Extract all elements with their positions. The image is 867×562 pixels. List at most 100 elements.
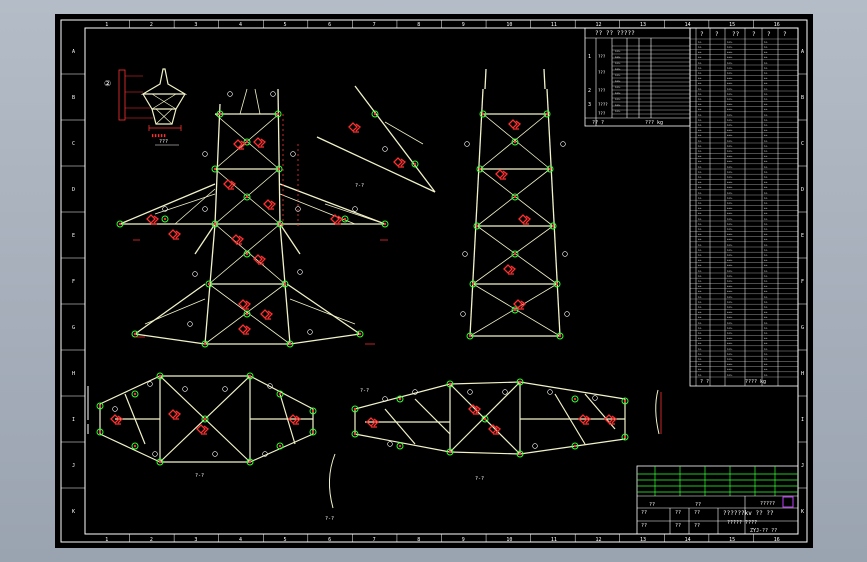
drawing-title: ??????kv ?? ??: [723, 510, 774, 517]
column-label-top: 8: [417, 22, 420, 28]
column-label-bottom: 9: [462, 537, 465, 543]
table-cell: ∟∟: [698, 56, 702, 60]
cad-viewport[interactable]: 1 1 2 2 3 3 4 4 5 5 6 6 7 7 8 8 9 9 10 10 11 11 12 12 13 13 14 14 15…: [0, 0, 867, 562]
table-cell: ∟∟: [764, 45, 768, 49]
side-brace: [479, 168, 554, 227]
part-tag: [460, 311, 466, 317]
bolt: [448, 450, 452, 454]
drawing-sheet[interactable]: 1 1 2 2 3 3 4 4 5 5 6 6 7 7 8 8 9 9 10 10 11 11 12 12 13 13 14 14 15…: [55, 14, 813, 548]
bolt: [545, 112, 549, 116]
table-cell: ∟∟∟: [727, 50, 733, 54]
bolt: [353, 407, 357, 411]
table-cell: ∟∟∟: [615, 55, 621, 59]
table-cell: ∟∟∟: [727, 149, 733, 153]
side-leg: [543, 68, 546, 90]
bolt: [245, 140, 249, 144]
table-cell: ∟∟∟: [727, 56, 733, 60]
title-block: ????? ??????kv ?? ?? ????? ???? ZYJ-?? ?…: [636, 465, 799, 535]
table-cell: ∟∟∟: [615, 49, 621, 53]
table-cell: ∟∟∟: [615, 85, 621, 89]
side-brace: [472, 283, 561, 337]
column-label-bottom: 6: [328, 537, 331, 543]
table-cell: ∟∟∟: [727, 373, 733, 377]
part-tag: [532, 443, 538, 449]
table-cell: ∟∟: [764, 321, 768, 325]
table-cell: ∟∟∟: [727, 347, 733, 351]
table-right-col-3: ??: [732, 31, 740, 38]
tower-leg: [134, 333, 206, 345]
column-label-bottom: 14: [685, 537, 691, 543]
part-tag: [307, 329, 313, 335]
table-cell: ∟∟: [698, 66, 702, 70]
row-mark-3: 3: [588, 102, 591, 108]
table-cell: ∟∟: [698, 113, 702, 117]
table-cell: ∟∟∟: [727, 76, 733, 80]
table-cell: ∟∟: [698, 284, 702, 288]
title-cell-5: ??: [694, 510, 700, 516]
drawing-canvas[interactable]: 1122334455667788991010111112121313141415…: [55, 14, 813, 548]
row-label-right: H: [801, 371, 804, 377]
bolt: [573, 397, 577, 401]
table-right-footer-label: ? ?: [700, 379, 709, 385]
bolt: [398, 397, 402, 401]
table-cell: ∟∟: [698, 61, 702, 65]
part-tag: [227, 91, 233, 97]
table-cell: ∟∟: [764, 331, 768, 335]
bolt: [98, 404, 102, 408]
bolt: [383, 222, 387, 226]
table-cell: ∟∟∟: [727, 269, 733, 273]
table-cell: ∟∟: [764, 206, 768, 210]
table-cell: ∟∟∟: [727, 212, 733, 216]
table-cell: ∟∟: [698, 222, 702, 226]
section-mark: [238, 324, 251, 335]
table-cell: ∟∟∟: [727, 316, 733, 320]
table-cell: ∟∟∟: [727, 102, 733, 106]
column-label-top: 13: [640, 22, 646, 28]
table-cell: ∟∟: [698, 134, 702, 138]
part-tag: [467, 389, 473, 395]
bolt: [278, 222, 282, 226]
row-label-left: K: [72, 509, 75, 515]
plan-member: [414, 398, 451, 435]
row-label-right: K: [801, 509, 804, 515]
table-cell: ∟∟: [764, 66, 768, 70]
table-cell: ∟∟∟: [727, 154, 733, 158]
column-label-bottom: 7: [373, 537, 376, 543]
table-cell: ∟∟: [698, 71, 702, 75]
table-cell: ∟∟: [764, 212, 768, 216]
part-tag: [182, 386, 188, 392]
title-company: ?????: [760, 501, 775, 507]
plan-member: [354, 433, 451, 453]
section-mark: [260, 309, 273, 320]
bolt: [475, 224, 479, 228]
table-cell: ∟∟∟: [615, 91, 621, 95]
table-cell: ∟∟∟: [727, 264, 733, 268]
table-right-col-2: ?: [715, 31, 719, 38]
table-right-footer-value: ???? kg: [745, 379, 766, 385]
section-mark: [503, 264, 516, 275]
table-cell: ∟∟: [698, 316, 702, 320]
table-cell: ∟∟: [764, 305, 768, 309]
table-cell: ∟∟∟: [615, 97, 621, 101]
table-cell: ∟∟: [764, 310, 768, 314]
tower-brace: [289, 298, 356, 325]
table-cell: ∟∟: [698, 279, 702, 283]
detail-marker: ②: [104, 79, 111, 88]
column-label-top: 5: [284, 22, 287, 28]
bolt: [213, 222, 217, 226]
table-cell: ∟∟∟: [727, 128, 733, 132]
part-tag: [462, 251, 468, 257]
table-cell: ∟∟∟: [615, 109, 621, 113]
column-label-top: 4: [239, 22, 242, 28]
table-cell: ∟∟: [698, 243, 702, 247]
bolt: [288, 342, 292, 346]
table-cell: ∟∟: [764, 368, 768, 372]
column-label-top: 3: [194, 22, 197, 28]
table-cell: ∟∟: [698, 191, 702, 195]
column-label-top: 14: [685, 22, 691, 28]
row-label-2: ???: [598, 88, 606, 93]
table-cell: ∟∟: [698, 295, 702, 299]
table-cell: ∟∟∟: [727, 45, 733, 49]
table-cell: ∟∟∟: [727, 40, 733, 44]
table-cell: ∟∟∟: [727, 165, 733, 169]
